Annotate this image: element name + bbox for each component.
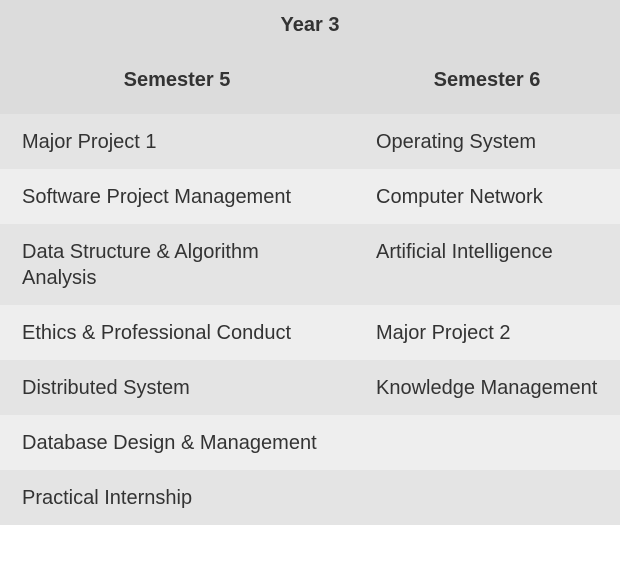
semester-6-course: Artificial Intelligence [354, 224, 620, 305]
semester-5-course: Software Project Management [0, 169, 354, 224]
semester-5-course: Distributed System [0, 360, 354, 415]
column-header-semester-6: Semester 6 [354, 50, 620, 114]
semester-6-course: Knowledge Management [354, 360, 620, 415]
semester-6-course: Major Project 2 [354, 305, 620, 360]
semester-6-course [354, 415, 620, 470]
semester-5-course: Data Structure & Algorithm Analysis [0, 224, 354, 305]
year-header-row: Year 3 [0, 0, 620, 50]
table-row: Software Project Management Computer Net… [0, 169, 620, 224]
table-row: Major Project 1 Operating System [0, 114, 620, 169]
table-row: Distributed System Knowledge Management [0, 360, 620, 415]
table-row: Data Structure & Algorithm Analysis Arti… [0, 224, 620, 305]
table-row: Ethics & Professional Conduct Major Proj… [0, 305, 620, 360]
semester-6-course: Operating System [354, 114, 620, 169]
column-header-semester-5: Semester 5 [0, 50, 354, 114]
semester-6-course [354, 470, 620, 525]
curriculum-table: Year 3 Semester 5 Semester 6 Major Proje… [0, 0, 620, 525]
year-heading: Year 3 [0, 0, 620, 50]
semester-5-course: Ethics & Professional Conduct [0, 305, 354, 360]
semester-5-course: Practical Internship [0, 470, 354, 525]
semester-header-row: Semester 5 Semester 6 [0, 50, 620, 114]
semester-5-course: Major Project 1 [0, 114, 354, 169]
semester-6-course: Computer Network [354, 169, 620, 224]
semester-5-course: Database Design & Management [0, 415, 354, 470]
table-row: Database Design & Management [0, 415, 620, 470]
table-row: Practical Internship [0, 470, 620, 525]
